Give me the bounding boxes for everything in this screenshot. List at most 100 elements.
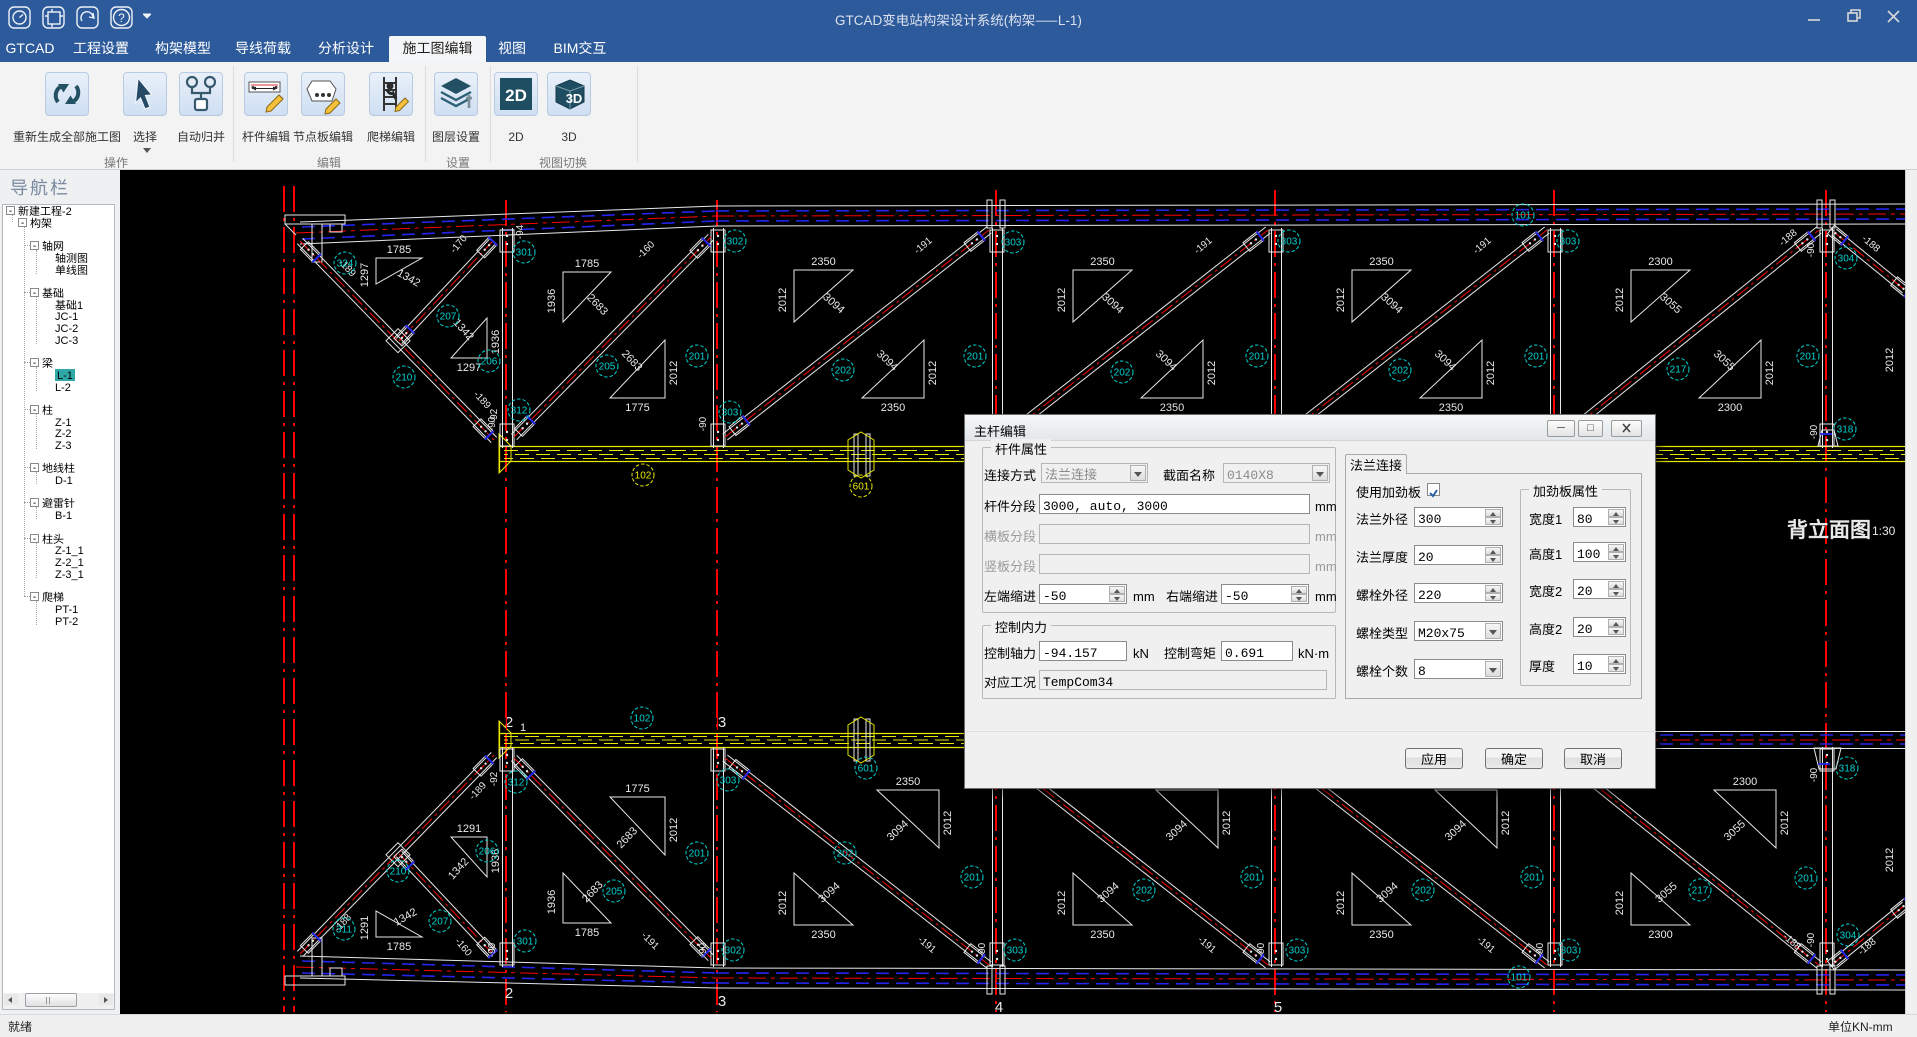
svg-text:3055: 3055 <box>1657 291 1683 316</box>
svg-text:2683: 2683 <box>615 825 641 851</box>
svg-text:2350: 2350 <box>881 402 905 414</box>
svg-text:2012: 2012 <box>668 818 680 842</box>
svg-text:-90: -90 <box>698 942 709 957</box>
svg-text:2350: 2350 <box>896 776 920 788</box>
svg-text:1: 1 <box>520 722 526 734</box>
svg-text:2350: 2350 <box>1160 402 1184 414</box>
svg-text:3094: 3094 <box>1374 880 1400 905</box>
svg-text:背立面图: 背立面图 <box>1787 514 1871 544</box>
svg-text:2012: 2012 <box>1056 891 1068 915</box>
svg-text:3094: 3094 <box>1164 818 1190 843</box>
svg-text:-90: -90 <box>977 942 988 957</box>
svg-text:2350: 2350 <box>1439 402 1463 414</box>
svg-text:217: 217 <box>1670 365 1687 376</box>
svg-text:2012: 2012 <box>1335 288 1347 312</box>
svg-text:210: 210 <box>396 373 413 384</box>
svg-text:2012: 2012 <box>777 288 789 312</box>
svg-text:3: 3 <box>718 714 726 731</box>
svg-text:301: 301 <box>516 248 533 259</box>
svg-text:2683: 2683 <box>584 292 610 318</box>
svg-text:1785: 1785 <box>387 244 411 256</box>
svg-text:-188: -188 <box>1856 936 1879 958</box>
svg-text:-94: -94 <box>515 224 526 239</box>
svg-text:-90: -90 <box>1809 767 1820 782</box>
svg-text:324: 324 <box>337 259 354 270</box>
svg-text:302: 302 <box>727 237 744 248</box>
svg-text:201: 201 <box>1249 352 1266 363</box>
svg-text:2012: 2012 <box>668 361 680 385</box>
svg-text:1342: 1342 <box>392 906 419 928</box>
svg-text:202: 202 <box>1415 886 1432 897</box>
svg-text:3094: 3094 <box>816 880 842 905</box>
svg-text:3D: 3D <box>566 91 583 106</box>
svg-text:202: 202 <box>835 366 852 377</box>
svg-text:2012: 2012 <box>1500 811 1512 835</box>
svg-text:3094: 3094 <box>1443 818 1469 843</box>
svg-text:1342: 1342 <box>395 267 422 289</box>
svg-text:-160: -160 <box>635 239 657 261</box>
svg-text:2012: 2012 <box>1884 348 1896 372</box>
svg-text:-188: -188 <box>1859 233 1882 255</box>
svg-text:-191: -191 <box>912 235 935 257</box>
svg-text:2012: 2012 <box>942 811 954 835</box>
svg-text:3055: 3055 <box>1653 880 1679 905</box>
svg-text:2300: 2300 <box>1648 256 1672 268</box>
svg-text:318: 318 <box>1837 425 1854 436</box>
svg-text:-191: -191 <box>915 934 938 956</box>
svg-text:3094: 3094 <box>1378 291 1404 316</box>
svg-text:2012: 2012 <box>1221 811 1233 835</box>
svg-text:101: 101 <box>1515 211 1532 222</box>
svg-text:318: 318 <box>1839 764 1856 775</box>
svg-text:2350: 2350 <box>1369 256 1393 268</box>
svg-text:201: 201 <box>1524 873 1541 884</box>
svg-text:601: 601 <box>858 764 875 775</box>
svg-text:2012: 2012 <box>1335 891 1347 915</box>
svg-text:2300: 2300 <box>1733 776 1757 788</box>
svg-text:1785: 1785 <box>387 941 411 953</box>
svg-text:102: 102 <box>634 714 651 725</box>
svg-text:-191: -191 <box>1195 934 1218 956</box>
svg-text:1775: 1775 <box>625 783 649 795</box>
svg-text:1342: 1342 <box>446 856 471 882</box>
svg-text:3094: 3094 <box>1153 348 1179 373</box>
svg-text:207: 207 <box>440 312 457 323</box>
svg-text:303: 303 <box>1007 946 1024 957</box>
svg-text:-92: -92 <box>489 771 500 786</box>
svg-text:1291: 1291 <box>457 823 481 835</box>
svg-text:207: 207 <box>432 917 449 928</box>
svg-text:-90: -90 <box>1809 424 1820 439</box>
svg-text:303: 303 <box>720 776 737 787</box>
svg-text:217: 217 <box>1692 886 1709 897</box>
svg-text:202: 202 <box>1136 886 1153 897</box>
svg-text:2683: 2683 <box>619 348 645 374</box>
svg-text:2012: 2012 <box>1614 891 1626 915</box>
svg-text:-90: -90 <box>1256 942 1267 957</box>
svg-text:4: 4 <box>995 999 1003 1014</box>
svg-text:2300: 2300 <box>1648 929 1672 941</box>
svg-text:1775: 1775 <box>625 402 649 414</box>
svg-text:201: 201 <box>689 352 706 363</box>
svg-text:201: 201 <box>967 352 984 363</box>
svg-text:304: 304 <box>1838 254 1855 265</box>
svg-text:1785: 1785 <box>575 927 599 939</box>
svg-text:202: 202 <box>1392 366 1409 377</box>
svg-text:2012: 2012 <box>927 361 939 385</box>
svg-text:3055: 3055 <box>1722 818 1748 843</box>
svg-text:-90: -90 <box>487 942 498 957</box>
svg-text:1297: 1297 <box>359 263 371 287</box>
svg-text:206: 206 <box>481 357 498 368</box>
svg-text:303: 303 <box>1281 237 1298 248</box>
svg-text:303: 303 <box>722 408 739 419</box>
svg-text:312: 312 <box>511 406 528 417</box>
svg-text:303: 303 <box>1005 238 1022 249</box>
svg-text:-90: -90 <box>1806 242 1817 257</box>
svg-text:201: 201 <box>1528 352 1545 363</box>
svg-text:-191: -191 <box>639 930 661 952</box>
svg-text:-90: -90 <box>1535 942 1546 957</box>
svg-text:205: 205 <box>599 362 616 373</box>
svg-text:205: 205 <box>606 887 623 898</box>
svg-text:101: 101 <box>1511 973 1528 984</box>
svg-text:2350: 2350 <box>1090 929 1114 941</box>
svg-text:2012: 2012 <box>777 891 789 915</box>
svg-text:-90: -90 <box>1806 932 1817 947</box>
